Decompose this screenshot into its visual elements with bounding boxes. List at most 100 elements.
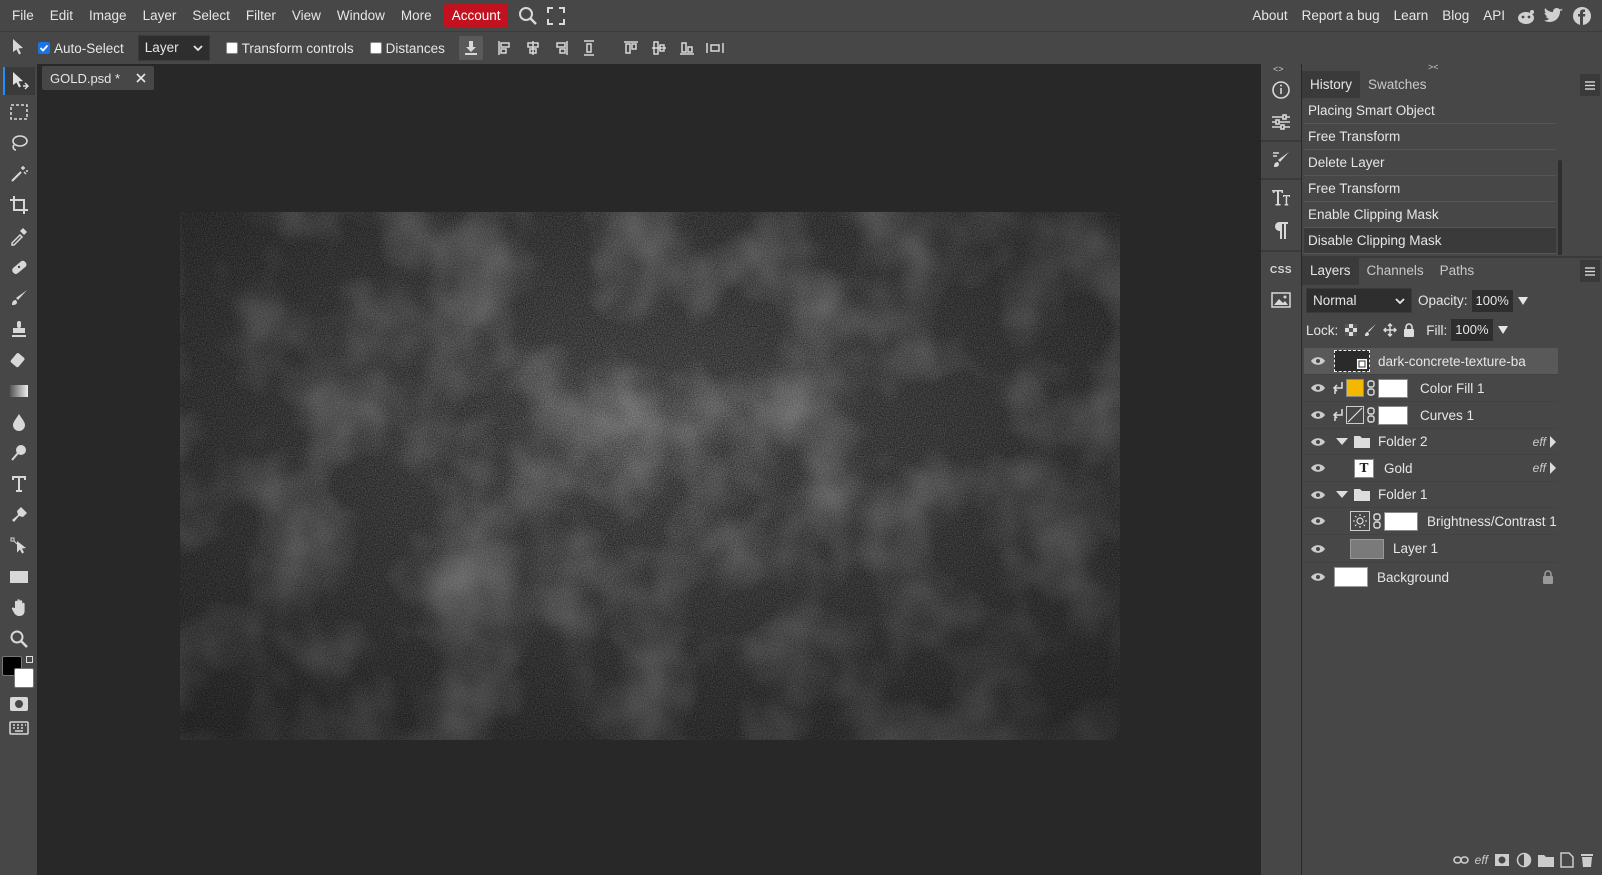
twitter-icon[interactable] xyxy=(1540,2,1568,30)
eyedropper-tool[interactable] xyxy=(3,222,35,250)
image-panel-button[interactable] xyxy=(1265,286,1297,314)
zoom-tool[interactable] xyxy=(3,625,35,653)
adjustment-layer-icon[interactable] xyxy=(1516,852,1532,868)
new-layer-icon[interactable] xyxy=(1560,852,1574,868)
layer-row[interactable]: Background xyxy=(1304,563,1558,591)
align-left-icon[interactable] xyxy=(491,34,519,62)
menu-more[interactable]: More xyxy=(393,4,440,27)
effects-arrow-icon[interactable] xyxy=(1550,462,1556,474)
eye-icon[interactable] xyxy=(1308,432,1328,452)
learn-link[interactable]: Learn xyxy=(1387,4,1436,27)
about-link[interactable]: About xyxy=(1245,4,1294,27)
color-swatches[interactable] xyxy=(2,656,36,688)
keyboard-tool[interactable] xyxy=(3,714,35,742)
lock-transparency-icon[interactable] xyxy=(1344,323,1358,337)
facebook-icon[interactable] xyxy=(1568,2,1596,30)
crop-tool[interactable] xyxy=(3,191,35,219)
path-select-tool[interactable] xyxy=(3,532,35,560)
close-icon[interactable] xyxy=(136,73,146,83)
layer-row[interactable]: Brightness/Contrast 1 xyxy=(1304,508,1558,535)
layers-menu-icon[interactable] xyxy=(1580,260,1600,282)
align-bottom-icon[interactable] xyxy=(673,34,701,62)
menu-layer[interactable]: Layer xyxy=(135,4,185,27)
menu-edit[interactable]: Edit xyxy=(42,4,81,27)
blog-link[interactable]: Blog xyxy=(1435,4,1476,27)
blend-mode-select[interactable]: Normal xyxy=(1306,288,1412,313)
eye-icon[interactable] xyxy=(1308,485,1328,505)
add-mask-icon[interactable] xyxy=(1494,853,1510,867)
layer-row[interactable]: Folder 2 eff xyxy=(1304,429,1558,455)
api-link[interactable]: API xyxy=(1476,4,1512,27)
new-folder-icon[interactable] xyxy=(1538,854,1554,867)
magic-wand-tool[interactable] xyxy=(3,160,35,188)
css-panel-button[interactable]: CSS xyxy=(1265,256,1297,284)
document-canvas[interactable] xyxy=(180,212,1120,740)
fill-input[interactable]: 100% xyxy=(1451,319,1493,341)
layer-row[interactable]: Layer 1 xyxy=(1304,535,1558,563)
transform-controls-checkbox[interactable] xyxy=(225,42,238,54)
align-middle-icon[interactable] xyxy=(645,34,673,62)
history-item[interactable]: Placing Smart Object xyxy=(1304,98,1556,124)
history-item[interactable]: Delete Layer xyxy=(1304,150,1556,176)
tab-channels[interactable]: Channels xyxy=(1359,257,1432,285)
history-item[interactable]: Enable Clipping Mask xyxy=(1304,202,1556,228)
search-icon[interactable] xyxy=(514,2,542,30)
pen-tool[interactable] xyxy=(3,501,35,529)
menu-image[interactable]: Image xyxy=(81,4,135,27)
layer-row[interactable]: Curves 1 xyxy=(1304,402,1558,429)
menu-filter[interactable]: Filter xyxy=(238,4,284,27)
history-scrollbar[interactable] xyxy=(1558,160,1562,255)
layer-row[interactable]: dark-concrete-texture-ba xyxy=(1304,348,1558,375)
lock-pixels-icon[interactable] xyxy=(1364,323,1378,337)
align-right-icon[interactable] xyxy=(547,34,575,62)
tab-history[interactable]: History xyxy=(1302,71,1361,99)
account-button[interactable]: Account xyxy=(443,4,509,27)
adjustments-panel-button[interactable] xyxy=(1265,108,1297,136)
opacity-dropdown-icon[interactable] xyxy=(1517,296,1529,306)
auto-select-mode-select[interactable]: Layer xyxy=(137,35,210,61)
stamp-tool[interactable] xyxy=(3,315,35,343)
align-center-icon[interactable] xyxy=(519,34,547,62)
eye-icon[interactable] xyxy=(1308,539,1328,559)
paragraph-panel-button[interactable] xyxy=(1265,216,1297,244)
info-panel-button[interactable] xyxy=(1265,76,1297,104)
layer-effects-button[interactable]: eff xyxy=(1475,853,1488,867)
menu-select[interactable]: Select xyxy=(184,4,238,27)
distances-checkbox[interactable] xyxy=(369,42,382,54)
move-tool[interactable] xyxy=(3,67,35,95)
blur-tool[interactable] xyxy=(3,408,35,436)
opacity-input[interactable]: 100% xyxy=(1471,289,1513,312)
collapse-arrows-icon[interactable]: <> xyxy=(1273,64,1284,74)
lock-all-icon[interactable] xyxy=(1402,323,1416,337)
expand-triangle-icon[interactable] xyxy=(1336,437,1348,446)
eye-icon[interactable] xyxy=(1308,458,1328,478)
align-top-icon[interactable] xyxy=(617,34,645,62)
eye-icon[interactable] xyxy=(1308,511,1328,531)
tab-layers[interactable]: Layers xyxy=(1302,257,1359,285)
lasso-tool[interactable] xyxy=(3,129,35,157)
brush-tool[interactable] xyxy=(3,284,35,312)
distribute-horizontal-icon[interactable] xyxy=(575,34,603,62)
marquee-tool[interactable] xyxy=(3,98,35,126)
lock-position-icon[interactable] xyxy=(1383,323,1398,337)
history-item[interactable]: Disable Clipping Mask xyxy=(1304,228,1556,254)
dodge-tool[interactable] xyxy=(3,439,35,467)
eye-icon[interactable] xyxy=(1308,378,1328,398)
fullscreen-icon[interactable] xyxy=(542,2,570,30)
tab-paths[interactable]: Paths xyxy=(1432,257,1483,285)
menu-file[interactable]: File xyxy=(4,4,42,27)
menu-view[interactable]: View xyxy=(284,4,329,27)
eye-icon[interactable] xyxy=(1308,567,1328,587)
trash-icon[interactable] xyxy=(1580,852,1594,868)
expand-triangle-icon[interactable] xyxy=(1336,490,1348,499)
layer-effects-badge[interactable]: eff xyxy=(1533,461,1546,475)
auto-select-checkbox[interactable] xyxy=(38,42,50,54)
layer-effects-badge[interactable]: eff xyxy=(1533,435,1546,449)
background-color-swatch[interactable] xyxy=(14,668,34,688)
character-panel-button[interactable] xyxy=(1265,184,1297,212)
healing-tool[interactable] xyxy=(3,253,35,281)
eraser-tool[interactable] xyxy=(3,346,35,374)
layer-row[interactable]: T Gold eff xyxy=(1304,455,1558,482)
menu-window[interactable]: Window xyxy=(329,4,393,27)
history-item[interactable]: Free Transform xyxy=(1304,176,1556,202)
